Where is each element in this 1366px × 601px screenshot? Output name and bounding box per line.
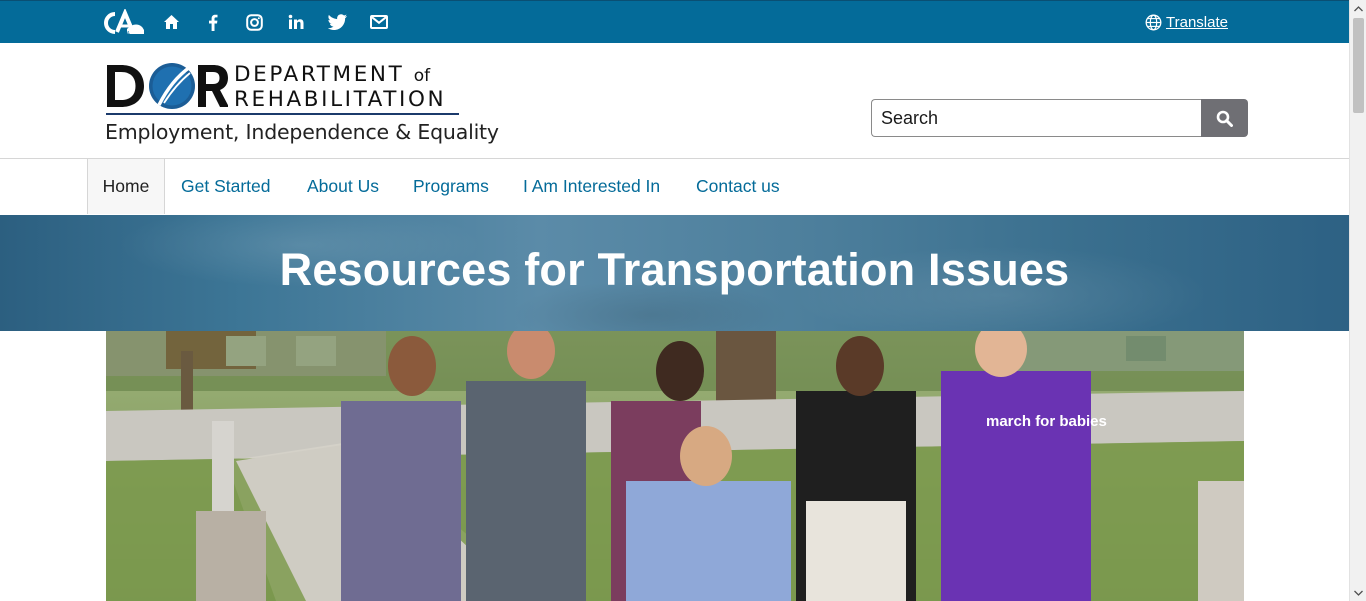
scroll-down-arrow-icon[interactable]	[1350, 584, 1366, 601]
translate-link[interactable]: Translate	[1145, 12, 1228, 32]
ca-logo-text: CA	[123, 31, 130, 37]
search-button[interactable]	[1201, 99, 1248, 137]
scroll-up-arrow-icon[interactable]	[1350, 0, 1366, 17]
utility-bar: CA Translate	[0, 0, 1349, 43]
ca-gov-logo[interactable]: CA	[101, 7, 145, 37]
page-banner: Resources for Transportation Issues	[0, 215, 1349, 331]
shirt-text: march for babies	[986, 413, 1107, 430]
department-title-line2: REHABILITATION	[234, 87, 447, 112]
instagram-icon[interactable]	[244, 12, 264, 32]
nav-i-am-interested-in[interactable]: I Am Interested In	[523, 159, 660, 214]
site-header: DEPARTMENT of REHABILITATION Employment,…	[0, 43, 1349, 159]
home-icon[interactable]	[161, 12, 181, 32]
page-title: Resources for Transportation Issues	[279, 244, 1070, 295]
nav-contact-us[interactable]: Contact us	[696, 159, 780, 214]
email-icon[interactable]	[369, 12, 389, 32]
hero-photo-illustration: march for babies	[106, 331, 1244, 601]
globe-icon	[1145, 14, 1162, 30]
nav-about-us[interactable]: About Us	[307, 159, 379, 214]
translate-label: Translate	[1166, 13, 1228, 31]
logo-divider	[106, 113, 459, 115]
linkedin-icon[interactable]	[286, 12, 306, 32]
nav-get-started[interactable]: Get Started	[181, 159, 271, 214]
nav-programs[interactable]: Programs	[413, 159, 489, 214]
scrollbar-thumb[interactable]	[1353, 18, 1364, 113]
dor-letters-logo	[107, 63, 228, 109]
hero-photo: march for babies	[106, 331, 1244, 601]
logo-tagline: Employment, Independence & Equality	[105, 120, 499, 144]
search-icon	[1216, 110, 1233, 127]
search-form	[871, 99, 1248, 137]
facebook-icon[interactable]	[203, 12, 223, 32]
main-navigation: Home Get Started About Us Programs I Am …	[0, 159, 1349, 215]
dor-logo[interactable]: DEPARTMENT of REHABILITATION Employment,…	[104, 61, 499, 153]
twitter-icon[interactable]	[327, 12, 347, 32]
search-input[interactable]	[871, 99, 1202, 137]
page-scrollbar[interactable]	[1349, 0, 1366, 601]
department-title-line1: DEPARTMENT of	[234, 62, 431, 87]
nav-home[interactable]: Home	[87, 159, 165, 214]
